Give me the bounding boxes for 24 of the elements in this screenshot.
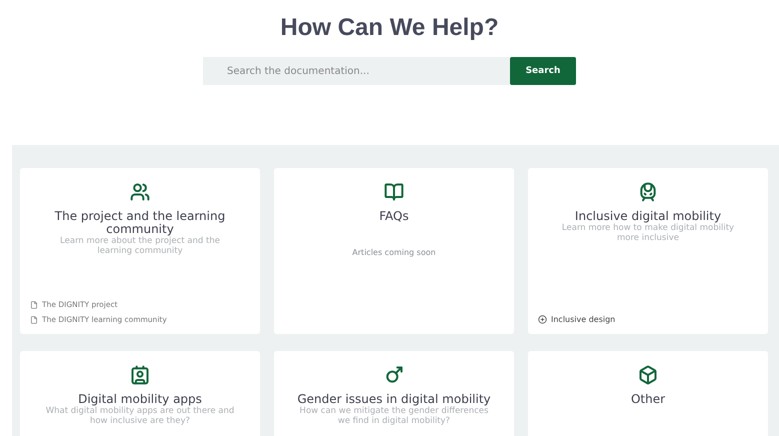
page-heading: How Can We Help? [280, 14, 499, 42]
category-title[interactable]: Gender issues in digital mobility [297, 393, 491, 406]
category-title[interactable]: Other [630, 393, 666, 406]
category-title[interactable]: FAQs [379, 210, 409, 223]
plus-circle-icon [538, 315, 547, 324]
document-icon [30, 300, 38, 308]
search-field[interactable]: Search the documentation... [203, 57, 510, 85]
search-button[interactable]: Search [510, 57, 576, 85]
people-icon [130, 182, 150, 202]
id-card-icon [130, 365, 150, 385]
category-title[interactable]: The project and the learning community [30, 210, 250, 236]
cube-icon [638, 365, 658, 385]
coming-soon-note: Articles coming soon [352, 248, 436, 257]
train-icon [638, 182, 658, 202]
category-title[interactable]: Digital mobility apps [78, 393, 202, 406]
article-link[interactable]: Inclusive design [551, 315, 616, 324]
category-description: Learn more about the project and the learning community [59, 236, 221, 256]
category-description: How can we mitigate the gender differences we find in digital mobility? [299, 406, 489, 426]
category-title[interactable]: Inclusive digital mobility [574, 210, 722, 223]
category-description: Learn more how to make digital mobility more inclusive [560, 223, 736, 243]
gender-symbol-icon [384, 365, 404, 385]
category-description: What digital mobility apps are out there and how inclusive are they? [45, 406, 235, 426]
book-icon [384, 182, 404, 202]
document-icon [30, 316, 38, 324]
